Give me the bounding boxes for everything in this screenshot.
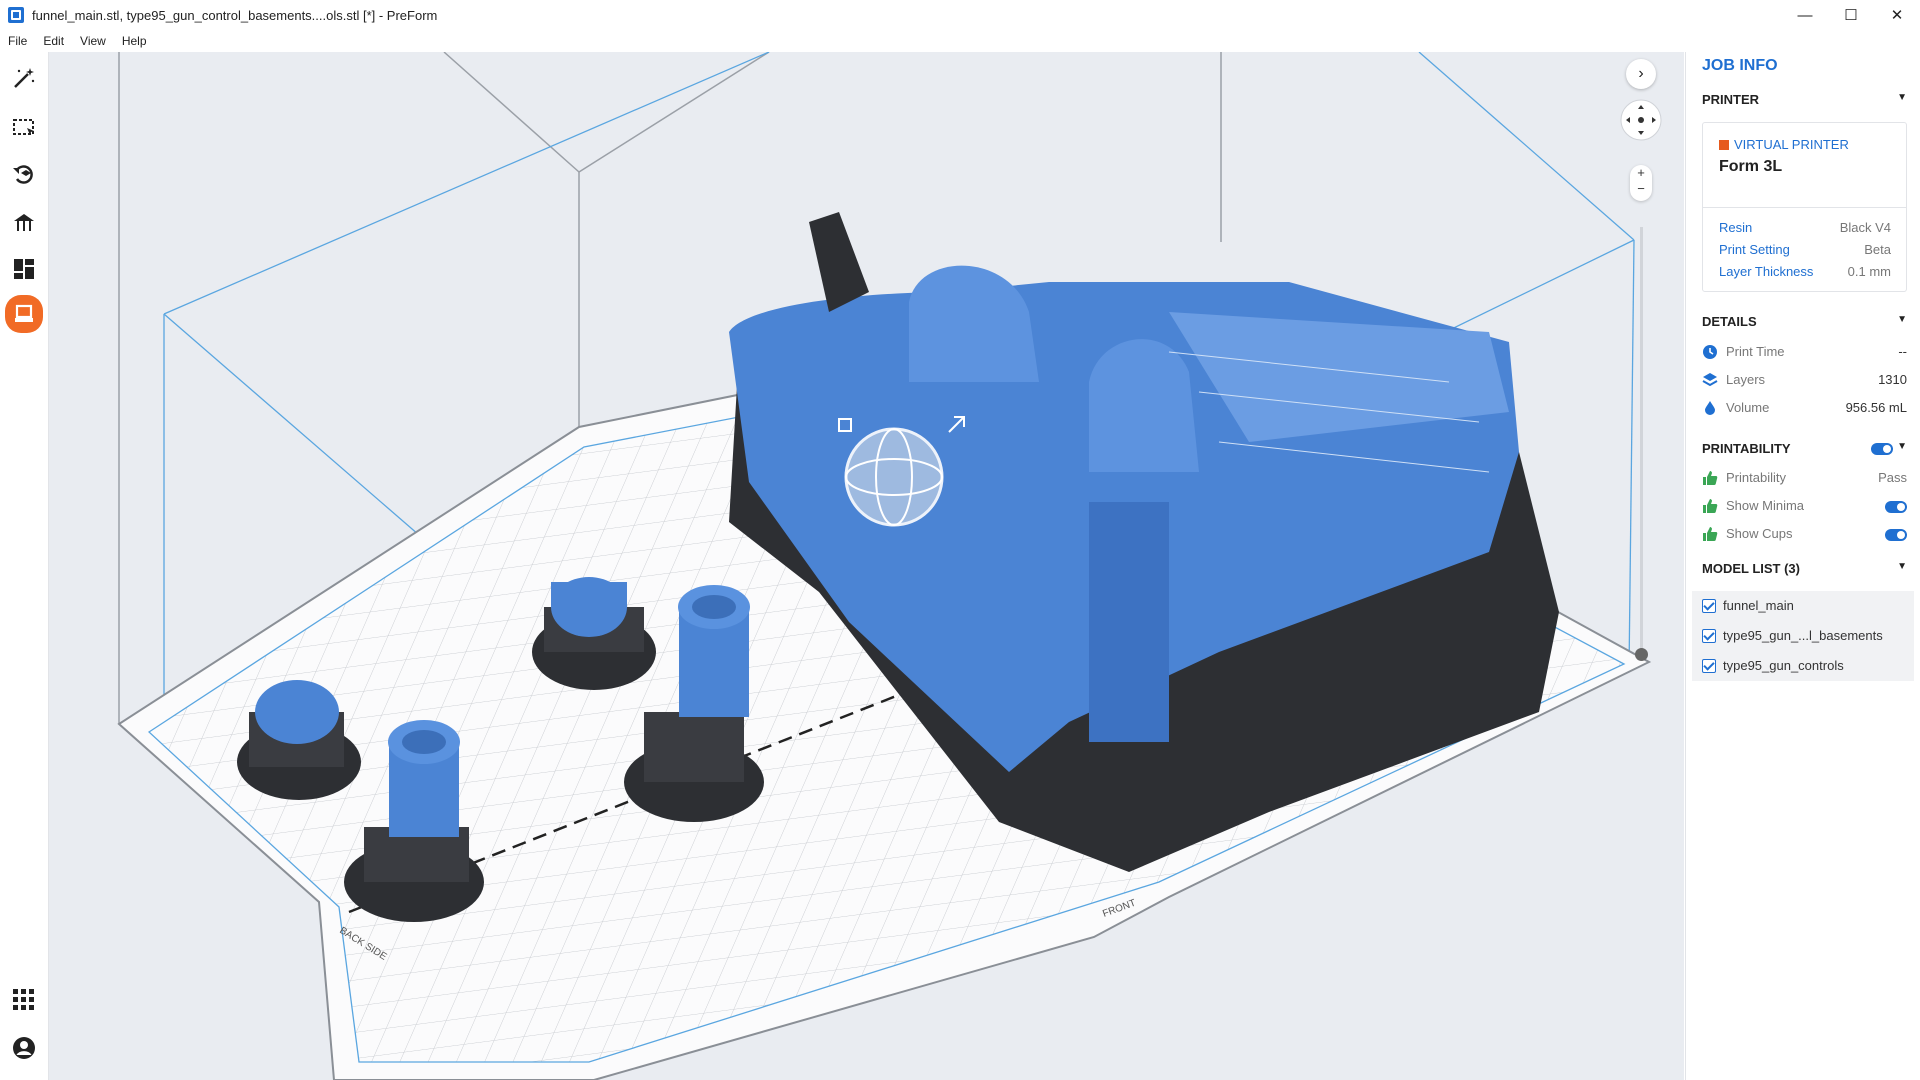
menu-file[interactable]: File xyxy=(8,34,27,48)
menu-edit[interactable]: Edit xyxy=(43,34,64,48)
show-minima-toggle[interactable] xyxy=(1885,501,1907,513)
printer-type: VIRTUAL PRINTER xyxy=(1734,137,1849,152)
list-item[interactable]: type95_gun_controls xyxy=(1692,651,1914,681)
model-list: funnel_main type95_gun_...l_basements ty… xyxy=(1692,591,1914,681)
supports-icon[interactable] xyxy=(8,206,40,238)
layers-row: Layers 1310 xyxy=(1702,371,1907,389)
printability-value: Pass xyxy=(1878,470,1907,485)
printer-model: Form 3L xyxy=(1719,158,1783,175)
layer-slider-track[interactable] xyxy=(1640,227,1643,657)
close-button[interactable]: ✕ xyxy=(1874,0,1920,30)
layout-icon[interactable] xyxy=(8,253,40,285)
show-minima-label: Show Minima xyxy=(1726,498,1805,513)
printability-row: Printability Pass xyxy=(1702,469,1907,487)
zoom-in-icon[interactable]: + xyxy=(1630,165,1652,181)
menu-help[interactable]: Help xyxy=(122,34,147,48)
details-section-header[interactable]: DETAILS ▼ xyxy=(1702,314,1907,329)
resin-value: Black V4 xyxy=(1839,220,1891,235)
chevron-down-icon: ▼ xyxy=(1897,561,1907,572)
card-divider xyxy=(1703,207,1906,208)
virtual-printer-label: VIRTUAL PRINTER xyxy=(1719,137,1849,152)
model-checkbox[interactable] xyxy=(1702,659,1716,673)
thumbs-up-icon xyxy=(1703,527,1718,541)
layers-value: 1310 xyxy=(1878,372,1907,387)
magic-wand-icon[interactable] xyxy=(8,62,40,94)
collapse-panel-button[interactable]: › xyxy=(1626,59,1656,89)
details-heading: DETAILS xyxy=(1702,314,1757,329)
selection-icon[interactable] xyxy=(8,111,40,143)
orient-icon[interactable] xyxy=(8,158,40,190)
printer-heading: PRINTER xyxy=(1702,92,1760,107)
show-cups-label: Show Cups xyxy=(1726,526,1793,541)
zoom-out-icon[interactable]: − xyxy=(1630,181,1652,197)
left-toolbar xyxy=(0,52,49,1080)
menu-bar: File Edit View Help xyxy=(0,30,1920,52)
layer-thickness-label: Layer Thickness xyxy=(1719,264,1814,279)
print-setting-value: Beta xyxy=(1864,242,1891,257)
show-cups-row: Show Cups xyxy=(1702,525,1907,543)
resin-label: Resin xyxy=(1719,220,1753,235)
layer-thickness-value: 0.1 mm xyxy=(1847,264,1891,279)
model-checkbox[interactable] xyxy=(1702,629,1716,643)
volume-label: Volume xyxy=(1726,400,1770,415)
print-time-row: Print Time -- xyxy=(1702,343,1907,361)
chevron-down-icon: ▼ xyxy=(1897,92,1907,103)
clock-icon xyxy=(1703,345,1717,359)
list-item[interactable]: funnel_main xyxy=(1692,591,1914,621)
volume-row: Volume 956.56 mL xyxy=(1702,399,1907,417)
layers-label: Layers xyxy=(1726,372,1766,387)
maximize-button[interactable]: ☐ xyxy=(1828,0,1874,30)
panel-title: JOB INFO xyxy=(1702,57,1778,74)
print-setting-row[interactable]: Print Setting Beta xyxy=(1719,242,1891,257)
preform-app-icon xyxy=(8,7,24,23)
job-info-panel: JOB INFO PRINTER ▼ VIRTUAL PRINTER Form … xyxy=(1685,52,1920,1080)
title-bar: funnel_main.stl, type95_gun_control_base… xyxy=(0,0,1920,31)
print-setting-label: Print Setting xyxy=(1719,242,1790,257)
show-cups-toggle[interactable] xyxy=(1885,529,1907,541)
scene-svg: FRONT BACK SIDE xyxy=(117,52,1652,1080)
model-checkbox[interactable] xyxy=(1702,599,1716,613)
print-time-label: Print Time xyxy=(1726,344,1785,359)
chevron-down-icon: ▼ xyxy=(1897,441,1907,452)
model-list-section-header[interactable]: MODEL LIST (3) ▼ xyxy=(1702,561,1907,576)
camera-nav-control[interactable] xyxy=(1620,99,1662,141)
chevron-down-icon: ▼ xyxy=(1897,314,1907,325)
printability-toggle[interactable] xyxy=(1871,443,1893,455)
window-controls: — ☐ ✕ xyxy=(1782,0,1920,30)
resin-row[interactable]: Resin Black V4 xyxy=(1719,220,1891,235)
printer-card[interactable]: VIRTUAL PRINTER Form 3L Resin Black V4 Pr… xyxy=(1702,122,1907,292)
volume-value: 956.56 mL xyxy=(1845,400,1907,415)
account-icon[interactable] xyxy=(8,1032,40,1064)
layer-thickness-row[interactable]: Layer Thickness 0.1 mm xyxy=(1719,264,1891,279)
apps-grid-icon[interactable] xyxy=(8,984,40,1016)
print-time-value: -- xyxy=(1898,344,1907,359)
volume-icon xyxy=(1705,401,1715,415)
model-name: funnel_main xyxy=(1723,598,1794,613)
model-name: type95_gun_...l_basements xyxy=(1723,628,1883,643)
thumbs-up-icon xyxy=(1703,471,1718,485)
layer-slider-handle[interactable] xyxy=(1635,648,1648,661)
show-minima-row: Show Minima xyxy=(1702,497,1907,515)
list-item[interactable]: type95_gun_...l_basements xyxy=(1692,621,1914,651)
printability-section-header[interactable]: PRINTABILITY ▼ xyxy=(1702,441,1907,456)
printer-color-swatch xyxy=(1719,140,1729,150)
window-title: funnel_main.stl, type95_gun_control_base… xyxy=(32,7,438,23)
3d-viewport[interactable]: FRONT BACK SIDE › + − xyxy=(49,52,1684,1080)
printer-section-header[interactable]: PRINTER ▼ xyxy=(1702,92,1907,107)
model-name: type95_gun_controls xyxy=(1723,658,1844,673)
menu-view[interactable]: View xyxy=(80,34,106,48)
zoom-control[interactable]: + − xyxy=(1630,165,1652,201)
thumbs-up-icon xyxy=(1703,499,1718,513)
layers-icon xyxy=(1702,373,1718,387)
printability-label: Printability xyxy=(1726,470,1786,485)
print-icon[interactable] xyxy=(5,295,43,333)
model-list-heading: MODEL LIST (3) xyxy=(1702,561,1800,576)
printability-heading: PRINTABILITY xyxy=(1702,441,1791,456)
minimize-button[interactable]: — xyxy=(1782,0,1828,30)
